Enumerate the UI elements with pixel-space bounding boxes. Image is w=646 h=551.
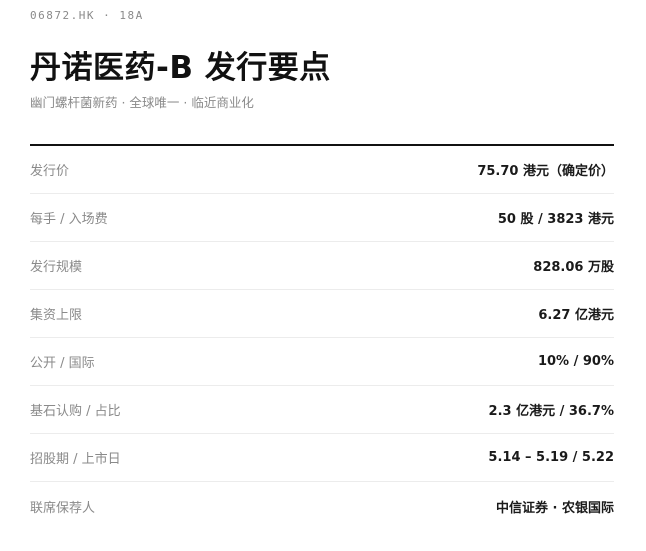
detail-value: 2.3 亿港元 / 36.7% [488,404,614,419]
detail-value: 6.27 亿港元 [538,308,614,323]
detail-row-offer-price: 发行价 75.70 港元（确定价） [30,146,614,194]
detail-label: 基石认购 / 占比 [30,404,121,419]
code-separator: · [103,9,112,22]
detail-label: 招股期 / 上市日 [30,452,121,467]
stock-code: 06872.HK [30,9,95,22]
detail-value: 10% / 90% [537,354,614,369]
detail-value: 5.14 – 5.19 / 5.22 [488,450,614,465]
detail-row-fundraising-cap: 集资上限 6.27 亿港元 [30,290,614,338]
detail-row-cornerstone: 基石认购 / 占比 2.3 亿港元 / 36.7% [30,386,614,434]
detail-row-dates: 招股期 / 上市日 5.14 – 5.19 / 5.22 [30,434,614,482]
detail-label: 发行规模 [30,260,83,275]
detail-label: 公开 / 国际 [30,356,95,371]
detail-value: 828.06 万股 [533,260,614,275]
page-subtitle: 幽门螺杆菌新药 · 全球唯一 · 临近商业化 [30,95,254,110]
detail-label: 联席保荐人 [30,500,96,516]
detail-value: 中信证券 · 农银国际 [496,500,614,516]
detail-row-allocation: 公开 / 国际 10% / 90% [30,338,614,386]
detail-label: 发行价 [30,164,70,179]
detail-row-lot-size: 每手 / 入场费 50 股 / 3823 港元 [30,194,614,242]
detail-label: 每手 / 入场费 [30,212,108,227]
detail-row-offer-size: 发行规模 828.06 万股 [30,242,614,290]
board-tag: 18A [119,9,144,22]
detail-row-sponsors: 联席保荐人 中信证券 · 农银国际 [30,482,614,530]
detail-list: 发行价 75.70 港元（确定价） 每手 / 入场费 50 股 / 3823 港… [30,146,614,530]
stock-code-line: 06872.HK · 18A [30,9,144,22]
detail-value: 75.70 港元（确定价） [477,164,614,179]
page-title: 丹诺医药-B 发行要点 [30,50,331,86]
detail-label: 集资上限 [30,308,83,323]
detail-value: 50 股 / 3823 港元 [497,212,614,227]
